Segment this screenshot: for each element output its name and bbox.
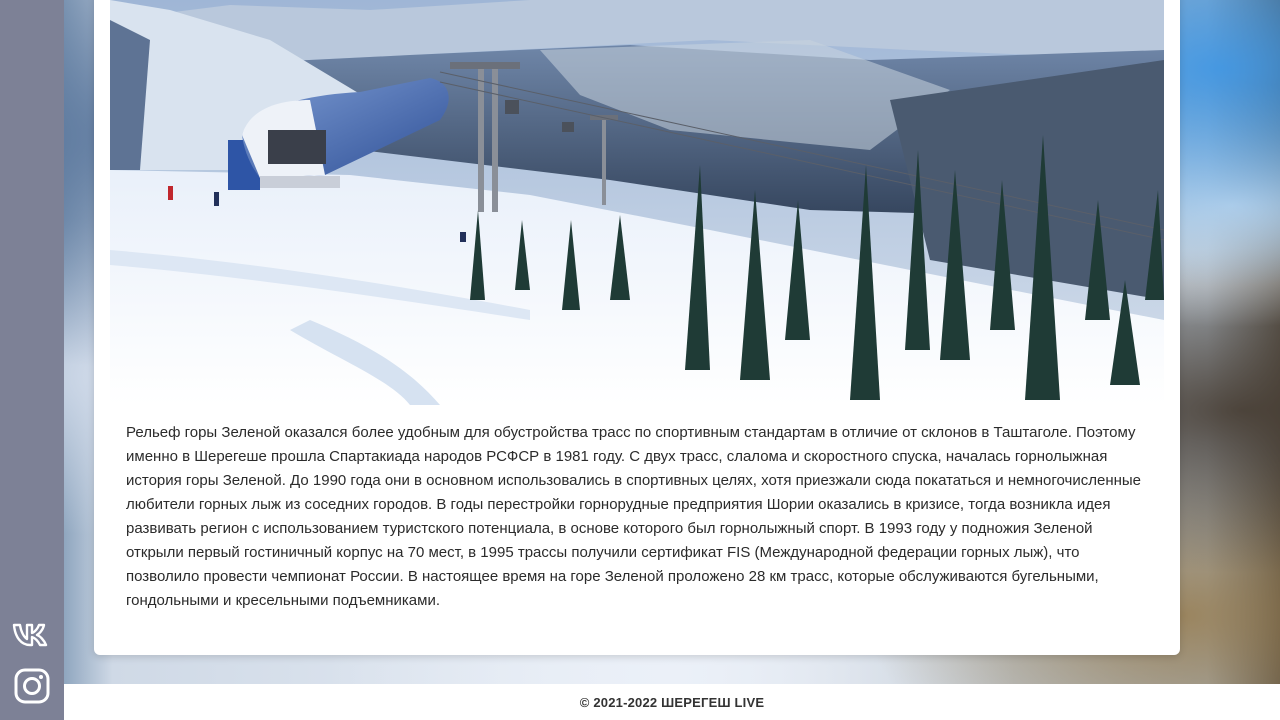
page: Рельеф горы Зеленой оказался более удобн… bbox=[0, 0, 1280, 720]
social-sidebar bbox=[0, 0, 64, 720]
instagram-link[interactable] bbox=[12, 666, 52, 706]
article-card: Рельеф горы Зеленой оказался более удобн… bbox=[94, 0, 1180, 655]
vk-link[interactable] bbox=[12, 615, 52, 655]
mountain-photo bbox=[110, 0, 1164, 405]
footer: © 2021-2022 ШЕРЕГЕШ LIVE bbox=[64, 684, 1280, 720]
article-text: Рельеф горы Зеленой оказался более удобн… bbox=[126, 424, 1142, 609]
vk-icon bbox=[12, 623, 48, 647]
copyright-text: © 2021-2022 ШЕРЕГЕШ LIVE bbox=[579, 694, 765, 710]
instagram-icon bbox=[14, 668, 50, 704]
